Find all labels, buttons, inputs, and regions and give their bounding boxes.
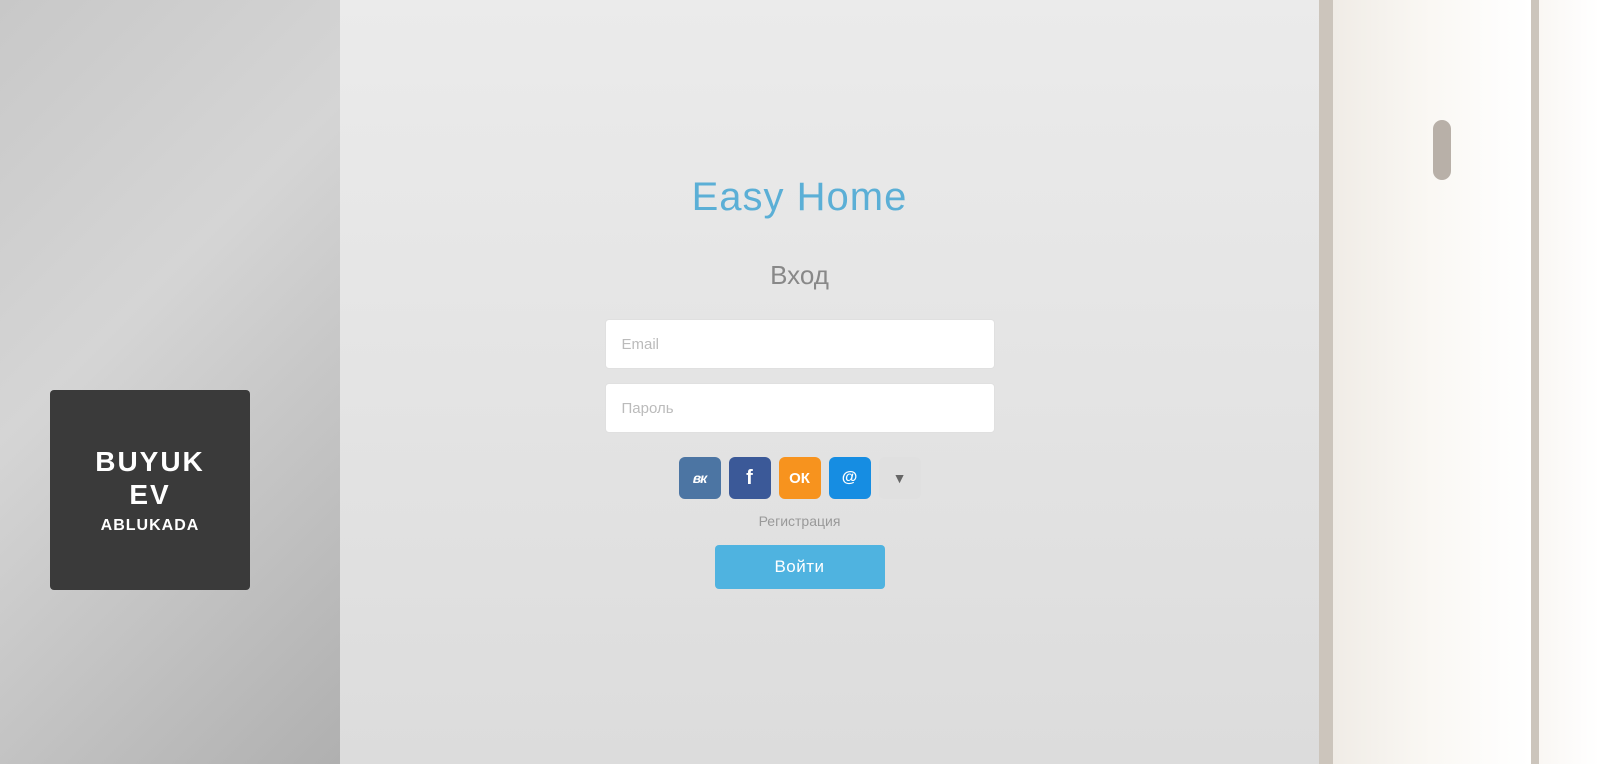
bg-left-panel: BUYUK EV ABLUKADA bbox=[0, 0, 340, 764]
mailru-login-button[interactable]: @ bbox=[829, 457, 871, 499]
sign-line2: EV bbox=[129, 478, 170, 512]
bg-right-panel bbox=[1319, 0, 1599, 764]
door-handle bbox=[1433, 120, 1451, 180]
facebook-icon: f bbox=[746, 467, 753, 490]
door-frame bbox=[1319, 0, 1539, 764]
ok-icon: ОК bbox=[789, 470, 810, 487]
vk-login-button[interactable]: вк bbox=[679, 457, 721, 499]
login-container: Easy Home Вход вк f ОК @ ▼ Регистрация В… bbox=[590, 175, 1010, 589]
mailru-icon: @ bbox=[842, 469, 858, 487]
yandex-login-button[interactable]: ▼ bbox=[879, 457, 921, 499]
app-title: Easy Home bbox=[692, 175, 908, 220]
login-button[interactable]: Войти bbox=[715, 545, 885, 589]
email-field[interactable] bbox=[605, 319, 995, 369]
yandex-icon: ▼ bbox=[893, 470, 907, 486]
facebook-login-button[interactable]: f bbox=[729, 457, 771, 499]
social-icons-group: вк f ОК @ ▼ bbox=[679, 457, 921, 499]
password-field[interactable] bbox=[605, 383, 995, 433]
login-heading: Вход bbox=[770, 260, 829, 291]
ok-login-button[interactable]: ОК bbox=[779, 457, 821, 499]
vk-icon: вк bbox=[693, 470, 707, 486]
register-link[interactable]: Регистрация bbox=[759, 513, 841, 529]
sign-line3: ABLUKADA bbox=[101, 516, 200, 535]
sign-line1: BUYUK bbox=[95, 445, 205, 479]
left-sign: BUYUK EV ABLUKADA bbox=[50, 390, 250, 590]
